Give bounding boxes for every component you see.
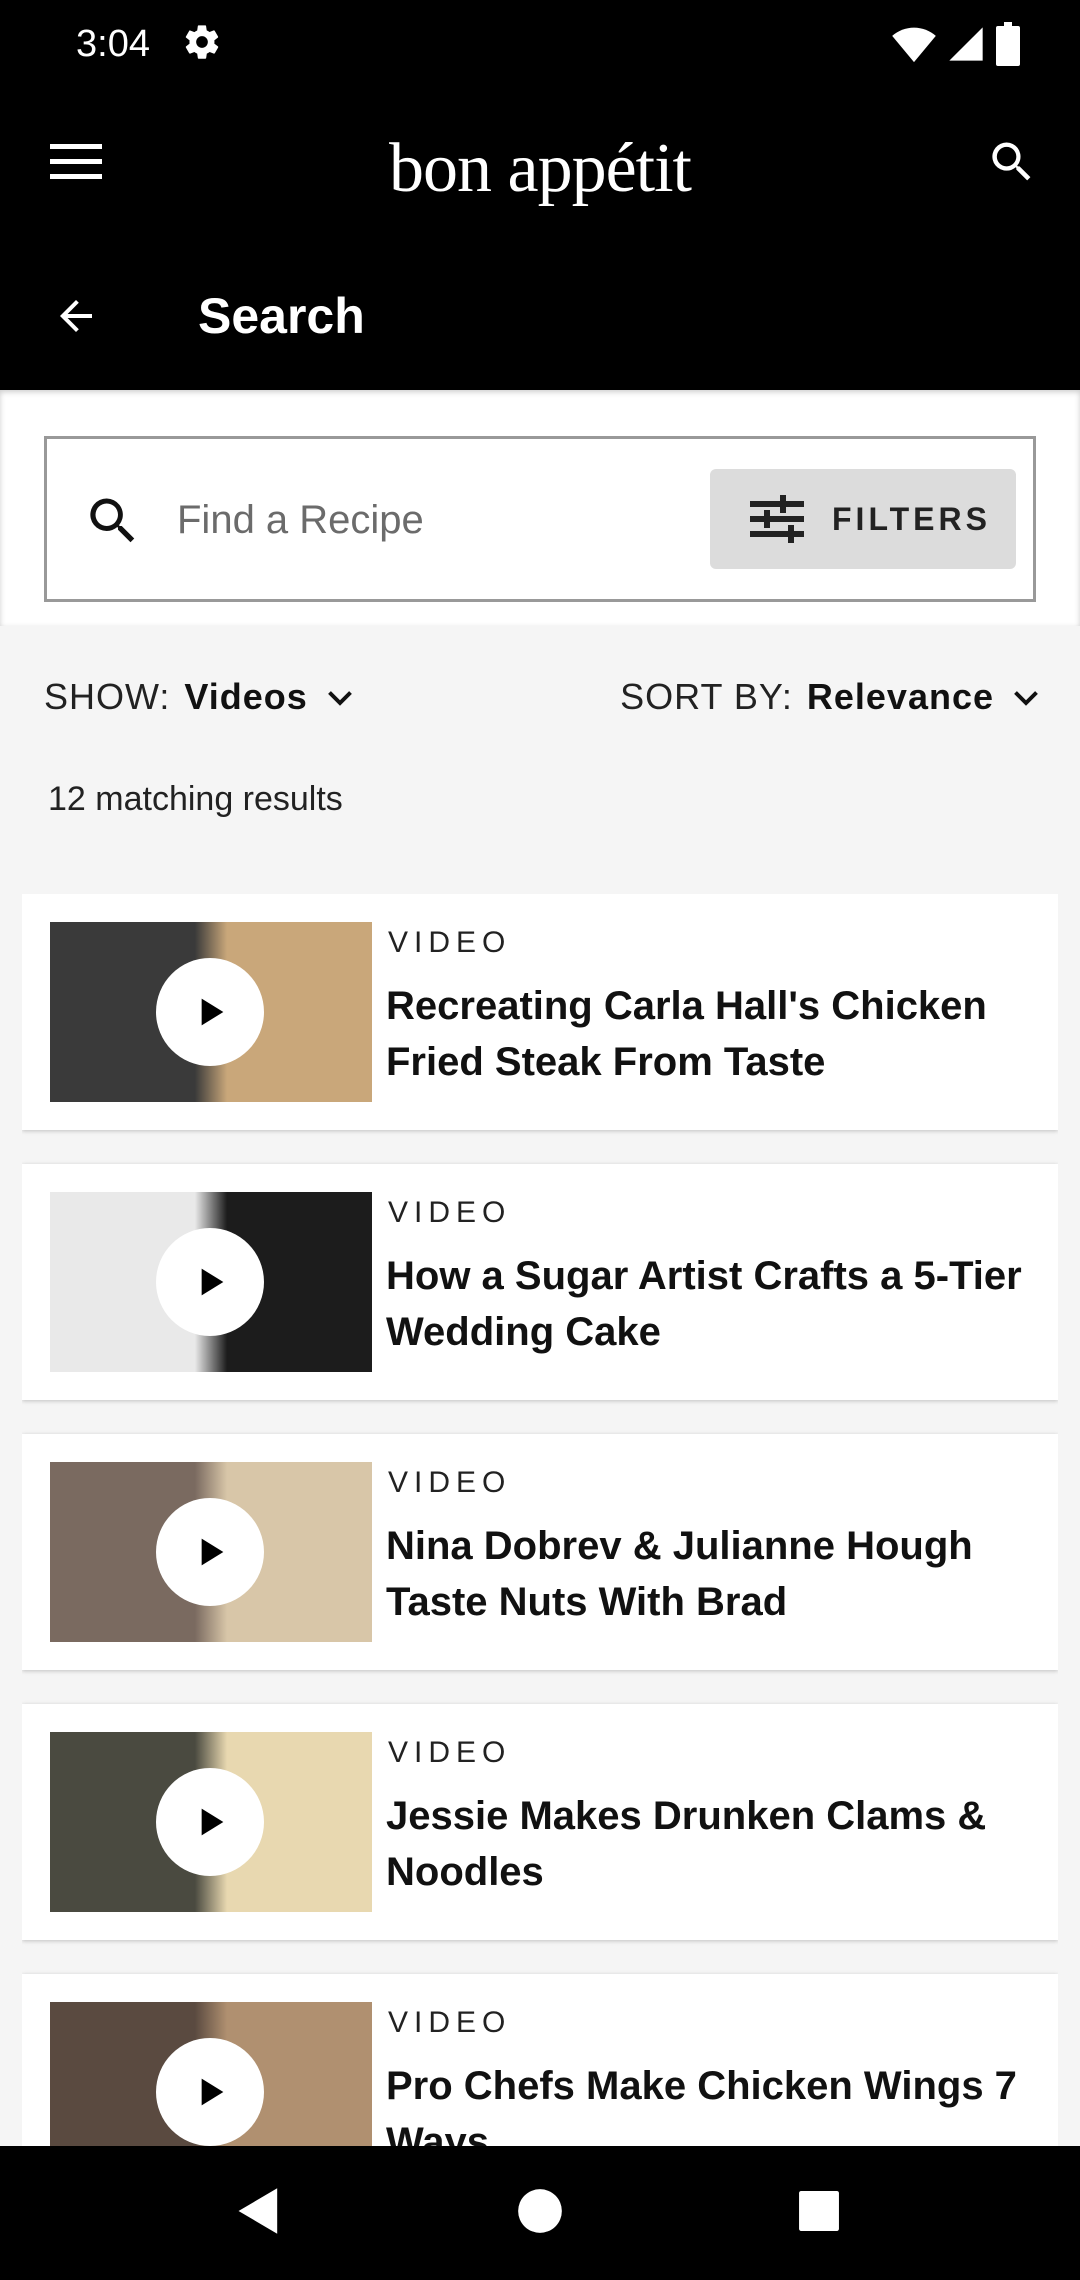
play-icon [201, 998, 224, 1026]
result-title[interactable]: Nina Dobrev & Julianne Hough Taste Nuts … [386, 1518, 1026, 1630]
result-kind: VIDEO [388, 1196, 512, 1229]
search-input[interactable] [177, 485, 697, 555]
back-arrow-icon [60, 300, 92, 332]
search-box: FILTERS [44, 436, 1036, 602]
play-button[interactable] [156, 1498, 264, 1606]
video-thumbnail[interactable] [50, 1732, 372, 1912]
search-icon [90, 498, 135, 543]
result-card[interactable]: VIDEO Pro Chefs Make Chicken Wings 7 Way… [22, 1974, 1058, 2146]
result-card[interactable]: VIDEO Jessie Makes Drunken Clams & Noodl… [22, 1704, 1058, 1940]
filters-button[interactable]: FILTERS [710, 469, 1016, 569]
show-label: SHOW: [44, 676, 171, 717]
status-time: 3:04 [76, 23, 150, 65]
result-title[interactable]: Recreating Carla Hall's Chicken Fried St… [386, 978, 1026, 1090]
result-controls: SHOW: Videos SORT BY: Relevance [0, 666, 1080, 738]
video-thumbnail[interactable] [50, 1192, 372, 1372]
page-title: Search [198, 288, 365, 344]
back-button[interactable] [44, 284, 108, 348]
filters-label: FILTERS [832, 500, 991, 537]
play-icon [201, 2078, 224, 2106]
video-thumbnail[interactable] [50, 2002, 372, 2146]
search-panel: FILTERS [0, 390, 1080, 626]
chevron-down-icon [1014, 691, 1038, 706]
result-title[interactable]: Jessie Makes Drunken Clams & Noodles [386, 1788, 1026, 1900]
nav-recents-icon [799, 2191, 839, 2231]
play-icon [201, 1538, 224, 1566]
battery-icon [996, 22, 1020, 66]
search-icon [992, 142, 1031, 181]
sort-dropdown[interactable]: SORT BY: Relevance [620, 676, 1044, 718]
status-bar: 3:04 [0, 0, 1080, 88]
nav-back-button[interactable] [224, 2176, 294, 2246]
play-icon [201, 1808, 224, 1836]
result-kind: VIDEO [388, 1736, 512, 1769]
play-icon [201, 1268, 224, 1296]
filters-icon [750, 495, 804, 543]
results-count: 12 matching results [48, 780, 343, 818]
result-kind: VIDEO [388, 926, 512, 959]
app-bar: bon appétit Search [0, 88, 1080, 390]
result-kind: VIDEO [388, 2006, 512, 2039]
play-button[interactable] [156, 958, 264, 1066]
system-icons [892, 20, 1020, 68]
gear-icon [185, 25, 219, 59]
wifi-icon [892, 27, 936, 63]
video-thumbnail[interactable] [50, 922, 372, 1102]
nav-home-icon [518, 2189, 562, 2233]
play-button[interactable] [156, 1228, 264, 1336]
nav-recents-button[interactable] [784, 2176, 854, 2246]
sort-value: Relevance [806, 676, 994, 717]
results-list[interactable]: VIDEO Recreating Carla Hall's Chicken Fr… [22, 894, 1058, 2146]
show-value: Videos [184, 676, 308, 717]
system-nav-bar [0, 2146, 1080, 2280]
sort-label: SORT BY: [620, 676, 793, 717]
result-kind: VIDEO [388, 1466, 512, 1499]
nav-home-button[interactable] [505, 2176, 575, 2246]
brand-logo[interactable]: bon appétit [0, 124, 1080, 214]
result-title[interactable]: How a Sugar Artist Crafts a 5-Tier Weddi… [386, 1248, 1026, 1360]
result-card[interactable]: VIDEO Nina Dobrev & Julianne Hough Taste… [22, 1434, 1058, 1670]
show-dropdown[interactable]: SHOW: Videos [44, 676, 358, 718]
search-button[interactable] [980, 130, 1044, 194]
result-title[interactable]: Pro Chefs Make Chicken Wings 7 Ways [386, 2058, 1026, 2146]
video-thumbnail[interactable] [50, 1462, 372, 1642]
play-button[interactable] [156, 1768, 264, 1876]
nav-back-icon [238, 2188, 278, 2234]
chevron-down-icon [327, 691, 352, 706]
result-card[interactable]: VIDEO Recreating Carla Hall's Chicken Fr… [22, 894, 1058, 1130]
play-button[interactable] [156, 2038, 264, 2146]
signal-icon [949, 27, 983, 61]
result-card[interactable]: VIDEO How a Sugar Artist Crafts a 5-Tier… [22, 1164, 1058, 1400]
